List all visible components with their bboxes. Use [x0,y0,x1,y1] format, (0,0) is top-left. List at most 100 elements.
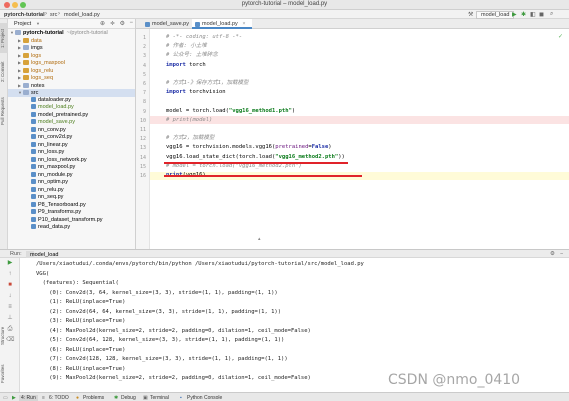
hammer-icon[interactable]: ⚒ [468,11,473,18]
tree-file[interactable]: dataloader.py [8,97,135,105]
collapse-icon[interactable]: ≑ [110,20,115,27]
chevron-down-icon[interactable]: ▼ [36,21,40,26]
python-file-icon [31,104,36,110]
hide-icon[interactable]: − [129,20,133,26]
code-editor[interactable]: ✓ # -*- coding: utf-8 -*- # 作者: 小土堆 # 公众号:… [150,29,569,249]
tool-problems[interactable]: Problems [83,395,104,401]
folder-icon [23,75,29,81]
tool-debug[interactable]: Debug [121,395,136,401]
coverage-icon[interactable]: ◧ [530,11,536,18]
python-file-icon [31,209,36,215]
breadcrumb-src[interactable]: src [50,12,57,18]
gear-icon[interactable]: ⚙ [120,20,125,27]
tree-folder[interactable]: ▶ logs [8,52,135,60]
tab-commit-tool[interactable]: 2: Commit [0,57,8,87]
line-number-gutter[interactable]: 1 2 3 4 5 6 7 8 9 10 11 12 13 14 15 16 [136,29,150,249]
tree-item-label: model_load.py [38,104,74,110]
tool-run[interactable]: 4: Run [19,394,38,401]
folder-icon [23,82,29,88]
tab-project-tool[interactable]: 1: Project [0,23,8,53]
tool-todo[interactable]: 6: TODO [49,395,69,401]
tool-windows-icon[interactable]: ▭ [3,395,8,401]
soft-wrap-icon[interactable]: ≡ [6,304,14,311]
editor-tab-bar: model_save.py × model_load.py × [136,19,569,29]
tree-file[interactable]: nn_seq.py [8,194,135,202]
console-line: (7): Conv2d(128, 128, kernel_size=(3, 3)… [36,356,288,362]
tree-folder[interactable]: ▶ imgs [8,44,135,52]
tree-file[interactable]: nn_conv2d.py [8,134,135,142]
code-line[interactable]: # -*- coding: utf-8 -*- [166,34,242,41]
breadcrumb-file[interactable]: model_load.py [64,12,100,18]
python-file-icon [31,126,36,132]
breakpoint-line-highlight [150,116,569,125]
python-file-icon [31,119,36,125]
line-number: 16 [139,173,146,179]
python-file-icon [31,186,36,192]
tab-pull-requests[interactable]: Pull Requests [0,91,8,131]
code-line[interactable]: # 方式2，加载模型 [166,135,214,142]
tree-file[interactable]: model_pretrained.py [8,112,135,120]
tab-model-load[interactable]: model_load.py × [192,19,252,29]
tree-file[interactable]: model_load.py [8,104,135,112]
tab-structure[interactable]: Structure [0,320,8,352]
code-line[interactable]: import torchvision [166,89,226,96]
run-config-select[interactable]: model_load [476,11,515,19]
inspection-ok-icon[interactable]: ✓ [558,33,563,40]
tree-file[interactable]: nn_module.py [8,172,135,180]
tree-file[interactable]: nn_conv.py [8,127,135,135]
mouse-cursor-icon: ▴ [258,236,261,242]
tree-file[interactable]: P10_dataset_transform.py [8,217,135,225]
close-icon[interactable]: × [242,21,245,27]
tree-folder[interactable]: ▶ notes [8,82,135,90]
tree-folder[interactable]: ▶ logs_maxpool [8,59,135,67]
gear-icon[interactable]: ⚙ [550,251,555,257]
tree-file[interactable]: nn_linear.py [8,142,135,150]
globe-icon[interactable]: ⊕ [100,20,105,27]
up-arrow-icon[interactable]: ↑ [6,271,14,278]
tree-file[interactable]: read_data.py [8,224,135,232]
tree-file[interactable]: nn_loss.py [8,149,135,157]
tree-folder[interactable]: ▼ src [8,89,135,97]
down-arrow-icon[interactable]: ↓ [6,293,14,300]
code-line[interactable]: model = torch.load("vgg16_method1.pth") [166,108,295,115]
tree-file[interactable]: nn_relu.py [8,187,135,195]
code-line[interactable]: # model = torch.load("vgg16_method2.pth"… [166,163,302,170]
tree-file[interactable]: P9_transforms.py [8,209,135,217]
tree-file[interactable]: model_save.py [8,119,135,127]
code-line[interactable]: # 作者: 小土堆 [166,43,207,50]
code-line[interactable]: # 公众号: 土堆碎念 [166,52,218,59]
tree-folder[interactable]: ▶ logs_relu [8,67,135,75]
code-line[interactable]: # 方式1-》保存方式1，加载模型 [166,80,249,87]
tree-file[interactable]: nn_optim.py [8,179,135,187]
tool-python-console[interactable]: Python Console [187,395,222,401]
code-token: # 作者: 小土堆 [166,43,207,50]
rerun-icon[interactable]: ▶ [6,260,14,267]
breadcrumb-project[interactable]: pytorch-tutorial [4,12,45,18]
hide-icon[interactable]: − [560,251,563,257]
window-title: pytorch-tutorial – model_load.py [241,1,328,7]
code-line[interactable]: # print(model) [166,117,212,124]
folder-icon [23,67,29,73]
tree-file[interactable]: nn_maxpool.py [8,164,135,172]
console-line: (5): Conv2d(64, 128, kernel_size=(3, 3),… [36,337,285,343]
debug-icon[interactable]: ✱ [521,11,526,18]
tree-folder[interactable]: ▶ data [8,37,135,45]
stop-icon[interactable]: ■ [6,282,14,289]
run-config-tab[interactable]: model_load × [26,251,58,258]
tree-file[interactable]: nn_loss_network.py [8,157,135,165]
code-line[interactable]: vgg16.load_state_dict(torch.load("vgg16_… [166,154,345,161]
tree-folder[interactable]: ▶ logs_seq [8,74,135,82]
search-icon[interactable]: ⌕ [550,11,553,18]
tree-file[interactable]: P8_Tensorboard.py [8,202,135,210]
tool-terminal[interactable]: Terminal [150,395,169,401]
tab-favorites[interactable]: Favorites [0,358,8,390]
console-line: (2): Conv2d(64, 64, kernel_size=(3, 3), … [36,308,282,315]
code-line[interactable]: vgg16 = torchvision.models.vgg16(pretrai… [166,144,332,151]
console-line: (4): MaxPool2d(kernel_size=2, stride=2, … [36,327,311,334]
run-icon[interactable]: ▶ [512,11,517,18]
code-line[interactable]: import torch [166,62,206,69]
project-header-label[interactable]: Project [14,21,31,27]
tree-folder[interactable]: ▼ pytorch-tutorial ~/pytorch-tutorial [8,29,135,37]
tree-item-label: logs_seq [31,75,54,81]
stop-icon[interactable]: ◼ [539,11,544,18]
